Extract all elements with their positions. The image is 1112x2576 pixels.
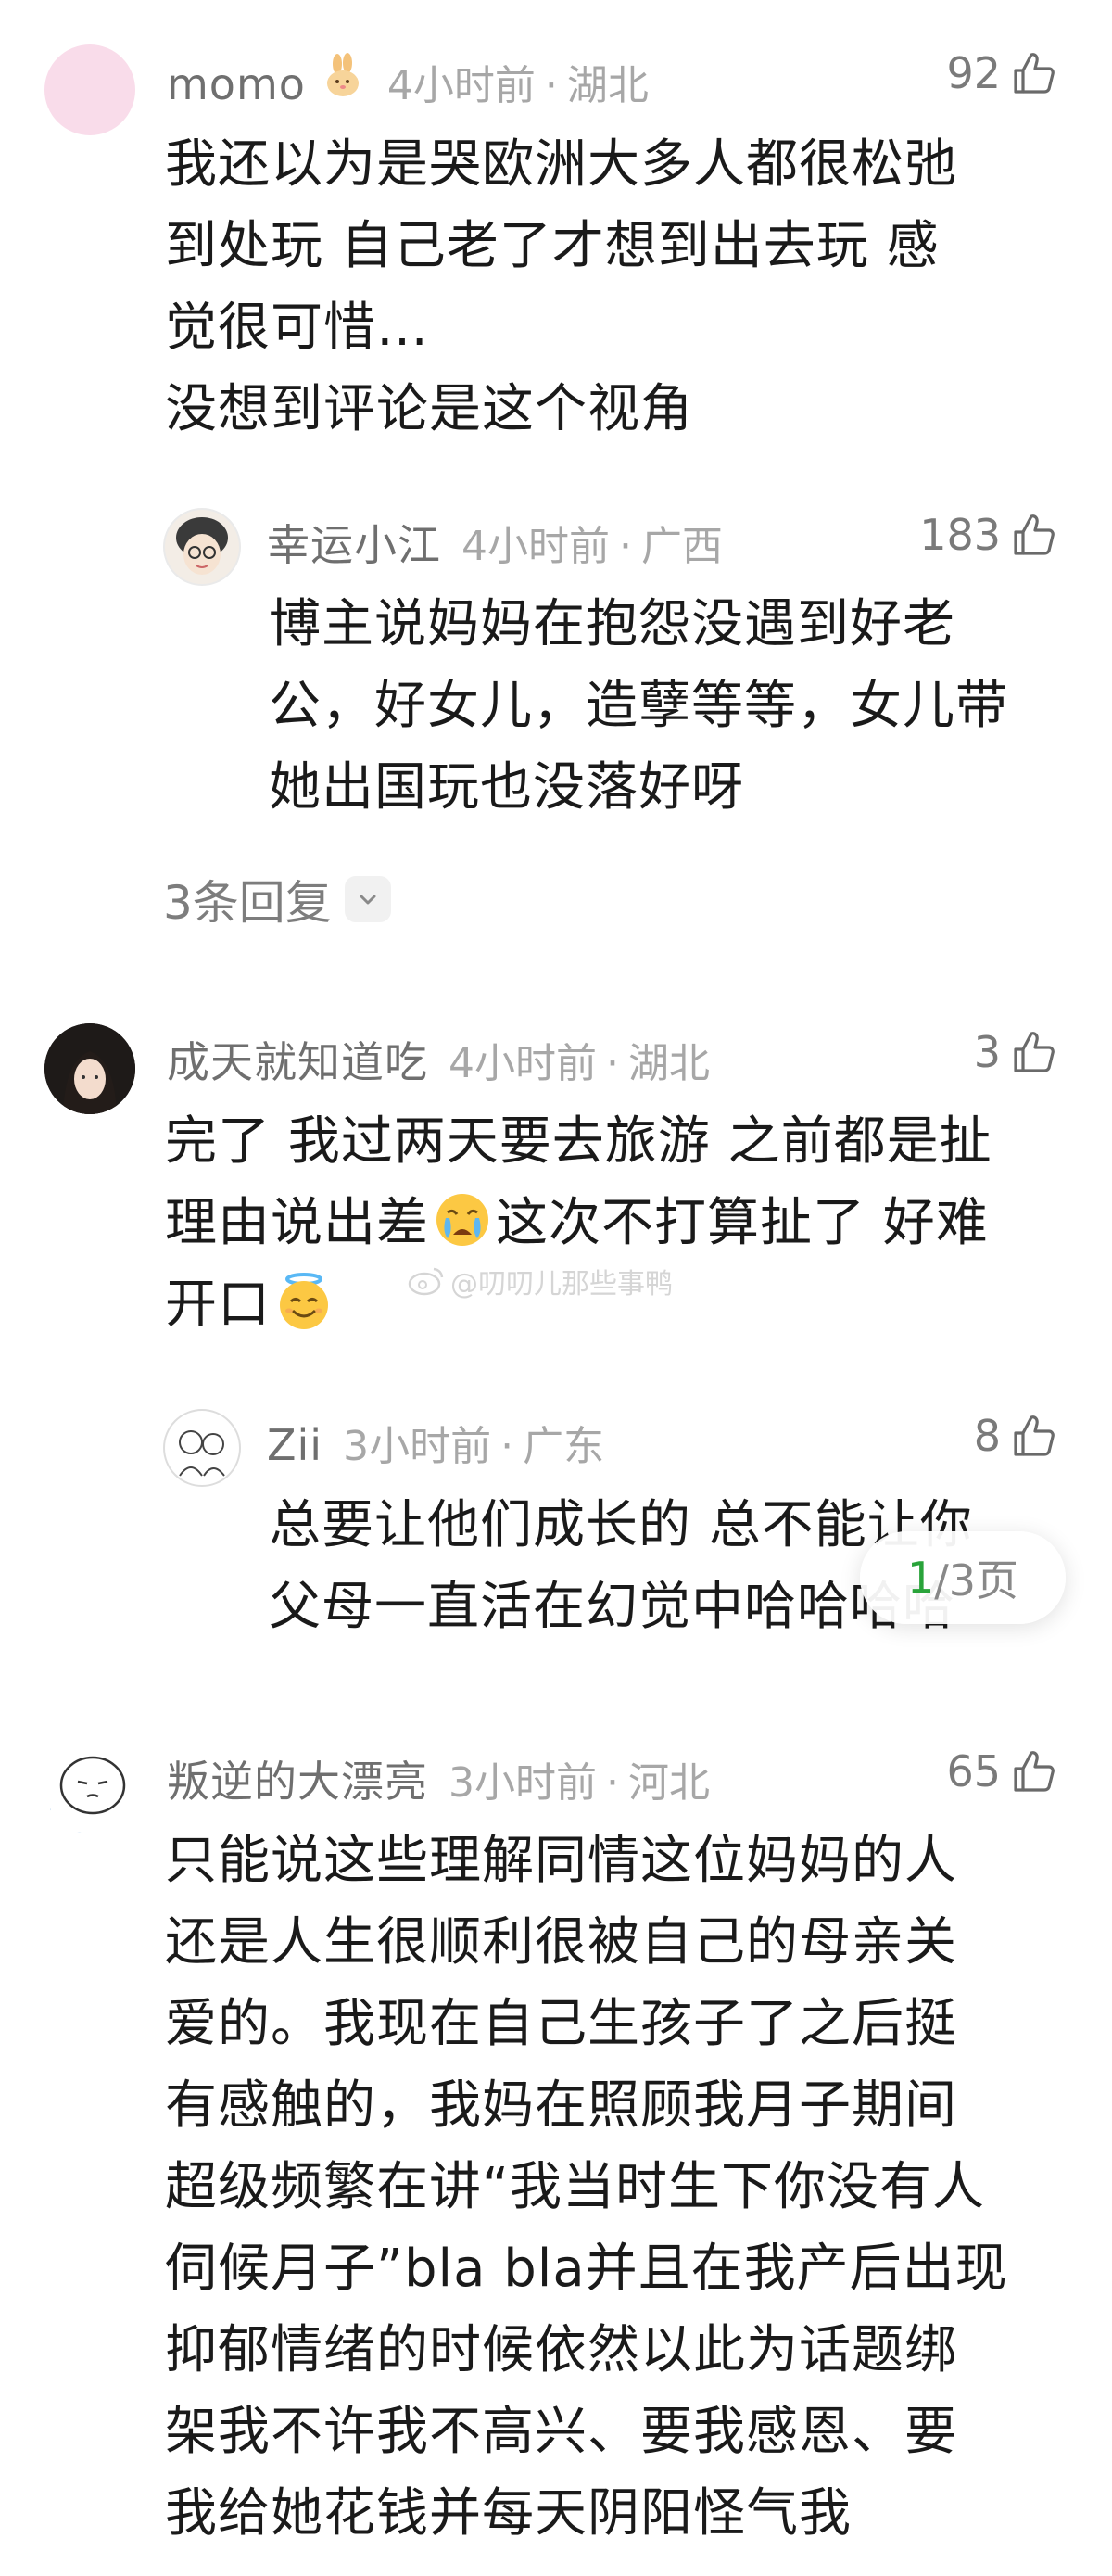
comment-time: 4小时前 (386, 62, 536, 109)
separator-dot: · (544, 62, 558, 109)
like-icon (1014, 1751, 1055, 1792)
like-count: 8 (973, 1411, 1001, 1461)
comment-text: 完了 我过两天要去旅游 之前都是扯 理由说出差 这次不打算扯了 好难 开口 (165, 1101, 1073, 1346)
username[interactable]: momo (167, 59, 306, 109)
separator-dot: · (606, 1040, 619, 1087)
avatar[interactable] (44, 1023, 135, 1114)
comment-location: 湖北 (628, 1040, 710, 1087)
reply-meta: 幸运小江 4小时前 · 广西 (267, 512, 723, 573)
like-button[interactable]: 65 (946, 1746, 1056, 1796)
comment-meta: momo 4小时前 · 湖北 (167, 52, 649, 111)
reply-time: 4小时前 (461, 523, 610, 570)
reply-username[interactable]: 幸运小江 (267, 512, 441, 573)
comment-text-line: 理由说出差 这次不打算扯了 好难 (165, 1183, 1073, 1264)
like-count: 3 (973, 1027, 1001, 1077)
like-button[interactable]: 92 (946, 48, 1056, 98)
page-indicator[interactable]: 1/3页 (860, 1531, 1066, 1624)
like-count: 183 (919, 510, 1001, 560)
page-current: 1 (906, 1553, 935, 1603)
reply-avatar[interactable] (163, 1409, 241, 1487)
watermark-text: @叨叨儿那些事鸭 (450, 1268, 673, 1301)
separator-dot: · (500, 1423, 514, 1470)
rabbit-emoji (326, 53, 359, 96)
like-icon (1014, 514, 1055, 555)
separator-dot: · (619, 523, 632, 570)
weibo-icon (408, 1267, 444, 1296)
comment-text-line: 完了 我过两天要去旅游 之前都是扯 (165, 1111, 992, 1172)
avatar[interactable] (44, 44, 135, 135)
comment-time: 3小时前 (449, 1759, 597, 1807)
separator-dot: · (606, 1759, 619, 1807)
chevron-down-icon (344, 876, 391, 922)
expand-replies-button[interactable]: 3条回复 (163, 866, 391, 933)
like-count: 92 (946, 48, 1001, 98)
comment-text: 我还以为是哭欧洲大多人都很松弛 到处玩 自己老了才想到出去玩 感 觉很可惜… 没… (165, 134, 957, 439)
reply-username[interactable]: Zii (267, 1420, 322, 1470)
reply-location: 广西 (641, 523, 723, 570)
like-button[interactable]: 3 (974, 1027, 1056, 1077)
crying-emoji (436, 1194, 488, 1246)
username[interactable]: 叛逆的大漂亮 (167, 1748, 428, 1809)
like-icon (1014, 1415, 1055, 1456)
reply-time: 3小时前 (343, 1423, 492, 1470)
comment-text: 只能说这些理解同情这位妈妈的人 还是人生很顺利很被自己的母亲关 爱的。我现在自己… (165, 1831, 1008, 2544)
like-icon (1014, 53, 1055, 94)
watermark: @叨叨儿那些事鸭 (408, 1261, 673, 1301)
comment-time: 4小时前 (449, 1040, 597, 1087)
reply-location: 广东 (523, 1423, 605, 1470)
comment-meta: 成天就知道吃 4小时前 · 湖北 (167, 1029, 710, 1090)
comment-meta: 叛逆的大漂亮 3小时前 · 河北 (167, 1748, 710, 1809)
reply-meta: Zii 3小时前 · 广东 (267, 1413, 604, 1472)
avatar[interactable] (44, 1743, 135, 1834)
comment-location: 湖北 (566, 62, 649, 109)
reply-avatar[interactable] (163, 508, 241, 586)
like-icon (1014, 1032, 1055, 1072)
reply-text: 博主说妈妈在抱怨没遇到好老 公，好女儿，造孽等等，女儿带 她出国玩也没落好呀 (269, 594, 1008, 818)
page-total: /3页 (934, 1555, 1019, 1605)
reply-like-button[interactable]: 8 (974, 1411, 1056, 1461)
comment-location: 河北 (628, 1759, 710, 1807)
halo-smile-emoji (280, 1273, 328, 1329)
replies-count-label: 3条回复 (163, 876, 332, 930)
reply-like-button[interactable]: 183 (919, 510, 1056, 560)
username[interactable]: 成天就知道吃 (167, 1029, 428, 1090)
like-count: 65 (946, 1746, 1001, 1796)
